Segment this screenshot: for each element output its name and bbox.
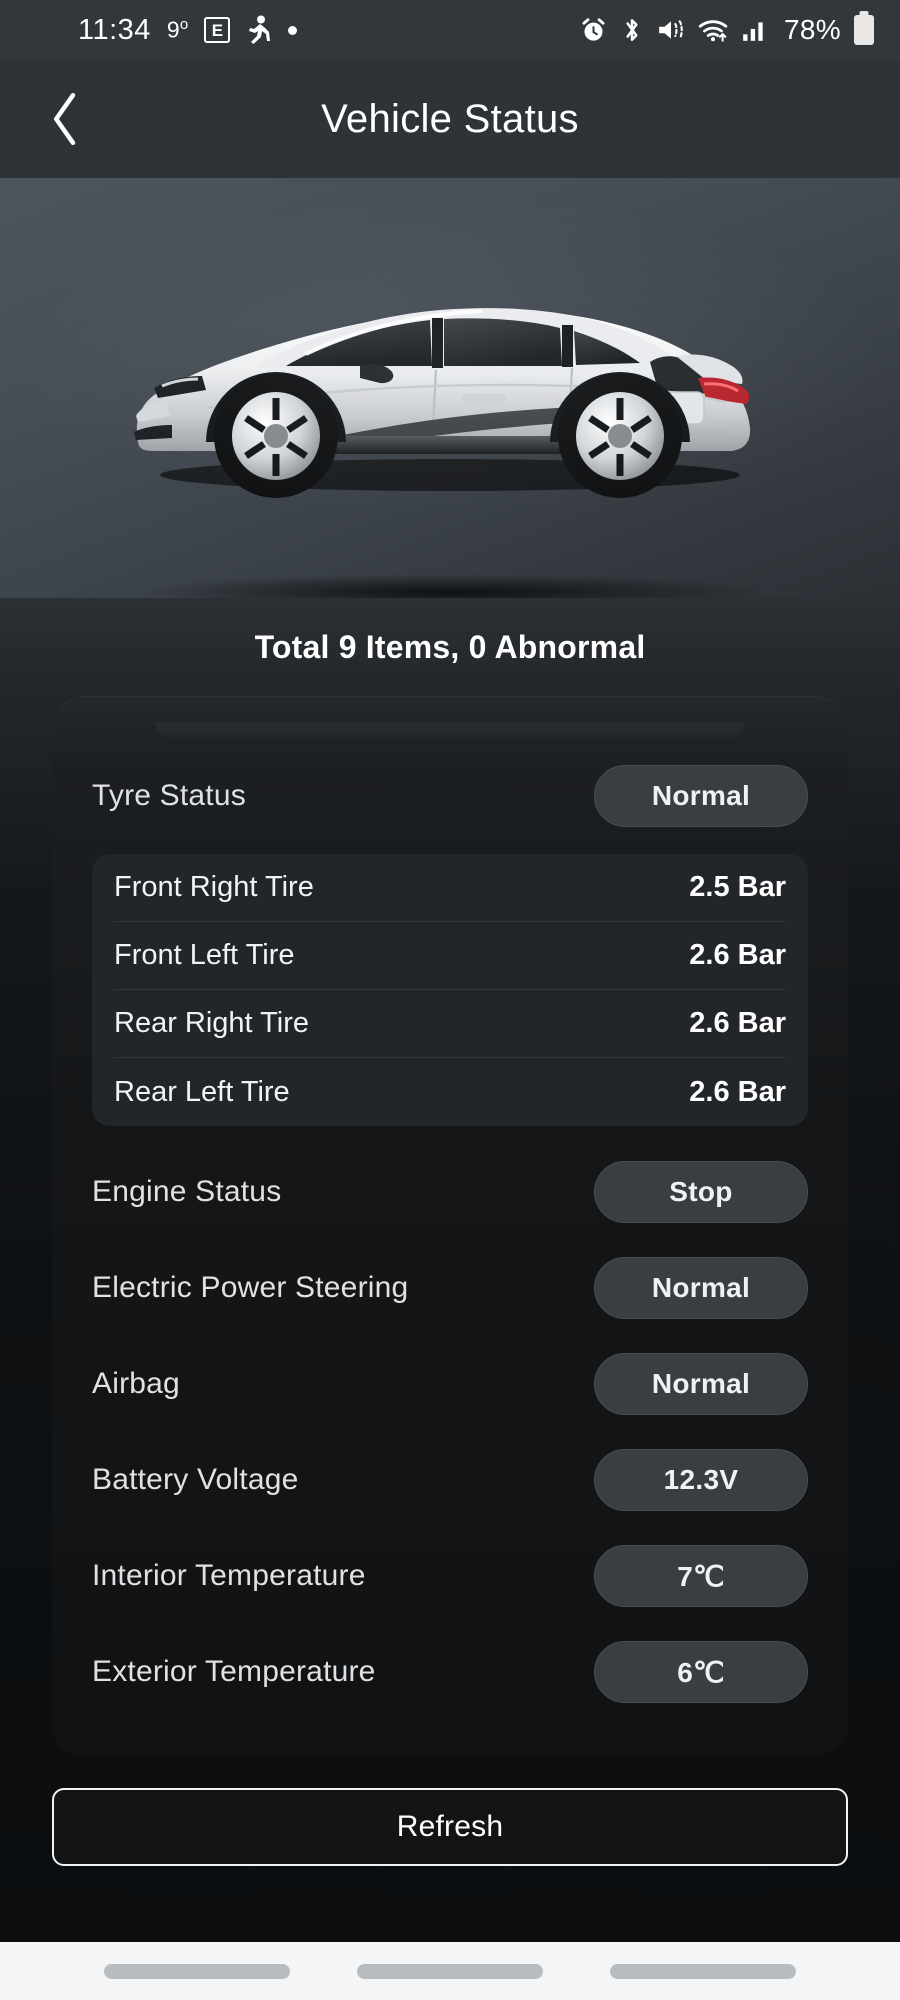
tyre-value: 2.6 Bar — [689, 939, 786, 971]
status-badge[interactable]: 6℃ — [594, 1641, 808, 1703]
weather-temperature-label: 9o — [166, 16, 189, 43]
status-row-label: Electric Power Steering — [92, 1271, 409, 1304]
nav-recents-button[interactable] — [103, 1963, 290, 1979]
app-badge-icon: E — [204, 17, 231, 43]
status-row-interior-temperature[interactable]: Interior Temperature 7℃ — [52, 1528, 848, 1624]
status-row-label: Tyre Status — [92, 779, 246, 812]
clock-label: 11:34 — [78, 13, 151, 46]
card-notch — [155, 722, 745, 738]
tyre-name: Rear Left Tire — [114, 1075, 290, 1108]
status-badge[interactable]: 12.3V — [594, 1449, 808, 1511]
status-badge[interactable]: 7℃ — [594, 1545, 808, 1607]
status-row-battery-voltage[interactable]: Battery Voltage 12.3V — [52, 1432, 848, 1528]
back-button[interactable] — [34, 87, 98, 151]
tyre-pressure-table: Front Right Tire 2.5 Bar Front Left Tire… — [92, 854, 808, 1126]
status-row-exterior-temperature[interactable]: Exterior Temperature 6℃ — [52, 1624, 848, 1720]
dot-icon — [288, 25, 298, 35]
status-card: Tyre Status Normal Front Right Tire 2.5 … — [52, 696, 848, 1754]
app-screen: 11:34 9o E 78% Vehicle Status Total 9 It… — [0, 0, 900, 2000]
alarm-icon — [580, 17, 607, 44]
signal-icon — [741, 17, 767, 43]
status-row-label: Engine Status — [92, 1175, 282, 1208]
battery-icon — [854, 15, 874, 45]
summary-label: Total 9 Items, 0 Abnormal — [254, 628, 646, 665]
status-row-tyre[interactable]: Tyre Status Normal — [52, 748, 848, 844]
status-row-airbag[interactable]: Airbag Normal — [52, 1336, 848, 1432]
tyre-name: Rear Right Tire — [114, 1007, 310, 1039]
system-status-bar: 11:34 9o E 78% — [0, 0, 900, 60]
tyre-value: 2.6 Bar — [689, 1007, 786, 1039]
summary-bar: Total 9 Items, 0 Abnormal — [0, 598, 900, 696]
nav-home-button[interactable] — [356, 1963, 543, 1979]
table-row: Rear Left Tire 2.6 Bar — [114, 1058, 786, 1126]
wifi-icon — [698, 17, 728, 43]
status-bar-right: 78% — [580, 14, 874, 46]
status-list-container[interactable]: Tyre Status Normal Front Right Tire 2.5 … — [0, 696, 900, 1942]
car-side-view-icon — [134, 308, 751, 498]
status-badge[interactable]: Normal — [594, 765, 808, 827]
bluetooth-icon — [620, 16, 644, 44]
table-row: Rear Right Tire 2.6 Bar — [114, 990, 786, 1058]
status-row-eps[interactable]: Electric Power Steering Normal — [52, 1240, 848, 1336]
status-badge[interactable]: Normal — [594, 1353, 808, 1415]
system-navigation-bar — [0, 1942, 900, 2000]
chevron-left-icon — [53, 92, 76, 146]
vehicle-hero — [0, 178, 900, 598]
refresh-button[interactable]: Refresh — [52, 1788, 848, 1866]
vehicle-image — [0, 270, 900, 500]
status-row-engine[interactable]: Engine Status Stop — [52, 1144, 848, 1240]
tyre-value: 2.5 Bar — [689, 871, 786, 903]
status-badge[interactable]: Normal — [594, 1257, 808, 1319]
mute-icon — [657, 17, 685, 43]
page-title: Vehicle Status — [321, 96, 579, 141]
status-bar-left: 11:34 9o E — [78, 13, 298, 47]
running-person-icon — [246, 15, 272, 45]
status-row-label: Airbag — [92, 1367, 180, 1400]
app-header: Vehicle Status — [0, 60, 900, 178]
status-row-label: Exterior Temperature — [92, 1655, 376, 1688]
table-row: Front Right Tire 2.5 Bar — [114, 854, 786, 922]
tyre-name: Front Left Tire — [114, 939, 295, 971]
status-row-label: Battery Voltage — [92, 1463, 299, 1496]
status-row-label: Interior Temperature — [92, 1559, 366, 1592]
refresh-button-container: Refresh — [52, 1754, 848, 1866]
status-badge[interactable]: Stop — [594, 1161, 808, 1223]
vehicle-shadow — [130, 574, 770, 598]
tyre-name: Front Right Tire — [114, 871, 314, 903]
battery-percent-label: 78% — [784, 14, 841, 45]
nav-back-button[interactable] — [610, 1963, 797, 1979]
table-row: Front Left Tire 2.6 Bar — [114, 922, 786, 990]
tyre-value: 2.6 Bar — [689, 1075, 786, 1108]
